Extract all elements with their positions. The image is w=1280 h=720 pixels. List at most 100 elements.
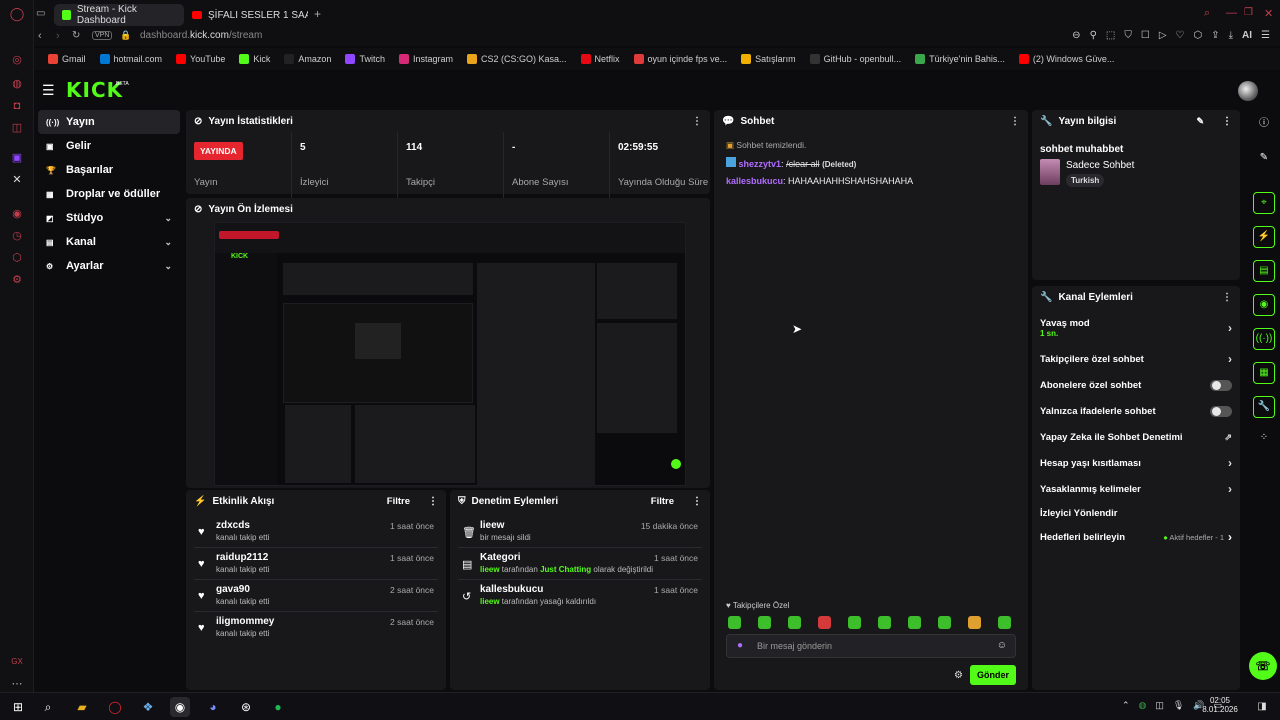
forward-icon[interactable]: › [56,30,60,42]
gx-icon[interactable]: GX [9,654,25,670]
followers-chat-row[interactable]: Takipçilere özel sohbet › [1032,346,1240,372]
chat-settings-icon[interactable]: ⚙ [954,670,963,681]
bookmark-item[interactable]: Amazon [284,54,331,64]
sidebar-item-2[interactable]: 🏆 Başarılar [38,158,180,182]
avatar[interactable] [1238,81,1258,101]
emote-icon[interactable] [908,616,921,629]
snapshot-icon[interactable]: ⬚ [1106,30,1115,41]
broadcast-icon[interactable]: ((·)) [1253,328,1275,350]
zoom-icon[interactable]: ⊖ [1072,30,1080,41]
mod-user[interactable]: lieew [480,565,500,574]
microphone-icon[interactable]: ● [737,640,743,651]
back-icon[interactable]: ‹ [38,30,42,42]
whatsapp-icon[interactable]: ◘ [9,98,25,114]
windows-start-icon[interactable]: ⊞ [8,697,28,717]
emote-icon[interactable] [818,616,831,629]
account-age-row[interactable]: Hesap yaşı kısıtlaması › [1032,450,1240,476]
emote-icon[interactable] [758,616,771,629]
download-icon[interactable]: ⤓ [1229,30,1233,41]
subs-chat-toggle[interactable] [1210,379,1232,391]
bookmark-item[interactable]: hotmail.com [99,54,162,64]
sidebar-item-3[interactable]: ▦ Droplar ve ödüller [38,182,180,206]
url-field[interactable]: dashboard.kick.com/stream [140,30,262,41]
tray-app-icon[interactable]: ◍ [1139,700,1147,711]
emote-icon[interactable] [968,616,981,629]
player-icon[interactable]: ◉ [9,206,25,222]
lightning-icon[interactable]: ⚡ [1253,226,1275,248]
edit-icon[interactable]: ✎ [1196,116,1204,127]
bookmark-item[interactable]: Instagram [398,54,453,64]
clock[interactable]: 02:05 8.01.2026 [1200,696,1240,714]
bookmark-item[interactable]: Gmail [48,54,86,64]
help-icon[interactable]: ☏ [1249,652,1277,680]
sidebar-item-0[interactable]: ((·)) Yayın [38,110,180,134]
ai-button[interactable]: AI [1242,30,1252,41]
sidebar-item-4[interactable]: ◩ Stüdyo ⌄ [38,206,180,230]
redirect-viewers-row[interactable]: İzleyici Yönlendir [1032,502,1240,524]
more-apps-icon[interactable]: ⁘ [1253,428,1275,450]
mod-actor[interactable]: lieew [480,520,504,531]
activity-user[interactable]: iligmommey [216,616,274,627]
ai-moderation-row[interactable]: Yapay Zeka ile Sohbet Denetimi ⇗ [1032,424,1240,450]
bookmark-item[interactable]: Satışlarım [741,54,796,64]
opera-aria-icon[interactable]: ◎ [9,52,25,68]
instagram-icon[interactable]: ◫ [9,120,25,136]
twitch-icon[interactable]: ▣ [9,150,25,166]
emote-icon[interactable] [938,616,951,629]
bookmark-item[interactable]: Türkiye'nin Bahis... [915,54,1005,64]
spotify-icon[interactable]: ● [268,697,288,717]
emote-icon[interactable] [998,616,1011,629]
notes-icon[interactable]: ▤ [1253,260,1275,282]
bookmark-icon[interactable]: ☐ [1141,30,1150,41]
activity-user[interactable]: zdxcds [216,520,250,531]
bookmark-item[interactable]: GitHub - openbull... [809,54,901,64]
more-icon[interactable]: ⋯ [9,676,25,692]
layers-icon[interactable]: ▦ [1253,362,1275,384]
slow-mode-row[interactable]: Yavaş mod 1 sn. › [1032,312,1240,346]
minimize-icon[interactable]: — [1226,7,1237,19]
more-icon[interactable]: ⋮ [1222,116,1232,127]
tab-kick-dashboard[interactable]: Stream - Kick Dashboard [54,4,184,26]
bookmark-item[interactable]: CS2 (CS:GO) Kasa... [467,54,567,64]
chat-username[interactable]: kallesbukucu [726,176,783,186]
extensions-icon[interactable]: ⬡ [1193,30,1202,41]
wrench-icon[interactable]: 🔧 [1253,396,1275,418]
filter-button[interactable]: Filtre [651,496,674,507]
search-tabs-icon[interactable]: ⌕ [1204,7,1210,20]
settings-icon[interactable]: ⚙ [9,272,25,288]
sidebar-item-5[interactable]: ▤ Kanal ⌄ [38,230,180,254]
share-icon[interactable]: ⇪ [1211,30,1219,41]
opera-logo-icon[interactable]: ◯ [9,6,25,22]
vpn-badge[interactable]: VPN [92,31,113,40]
tag-chip[interactable]: Turkish [1066,174,1105,187]
more-icon[interactable]: ⋮ [1010,116,1020,127]
goals-row[interactable]: Hedefleri belirleyin ● Aktif hedefler - … [1032,524,1240,550]
more-icon[interactable]: ⋮ [1222,292,1232,303]
hamburger-icon[interactable]: ☰ [42,82,55,99]
mod-actor[interactable]: kallesbukucu [480,584,543,595]
preview-video[interactable]: KICK [214,222,686,486]
emote-icon[interactable] [878,616,891,629]
clip-icon[interactable]: ⌖ [1253,192,1275,214]
notifications-icon[interactable]: ◨ [1252,697,1272,717]
maximize-icon[interactable]: ❐ [1244,7,1253,18]
opera-gx-icon[interactable]: ◯ [105,697,125,717]
more-icon[interactable]: ⋮ [692,496,702,507]
more-icon[interactable]: ⋮ [692,116,702,127]
menu-icon[interactable]: ☰ [1261,30,1270,41]
steam-icon[interactable]: ⊛ [236,697,256,717]
send-button[interactable]: Gönder [970,665,1016,685]
bookmark-item[interactable]: oyun içinde fps ve... [633,54,727,64]
bookmark-item[interactable]: YouTube [176,54,225,64]
bookmark-item[interactable]: Kick [239,54,270,64]
category-name[interactable]: Sadece Sohbet [1066,160,1134,171]
filter-button[interactable]: Filtre [387,496,410,507]
tray-chevron-icon[interactable]: ⌃ [1122,700,1130,711]
pin-icon[interactable]: ⚲ [1090,30,1097,41]
emoji-icon[interactable]: ☺ [997,640,1007,651]
activity-user[interactable]: gava90 [216,584,250,595]
bookmark-item[interactable]: Netflix [580,54,620,64]
discord-icon[interactable]: ◕ [203,697,223,717]
emote-icon[interactable] [848,616,861,629]
bookmark-item[interactable]: Twitch [345,54,385,64]
